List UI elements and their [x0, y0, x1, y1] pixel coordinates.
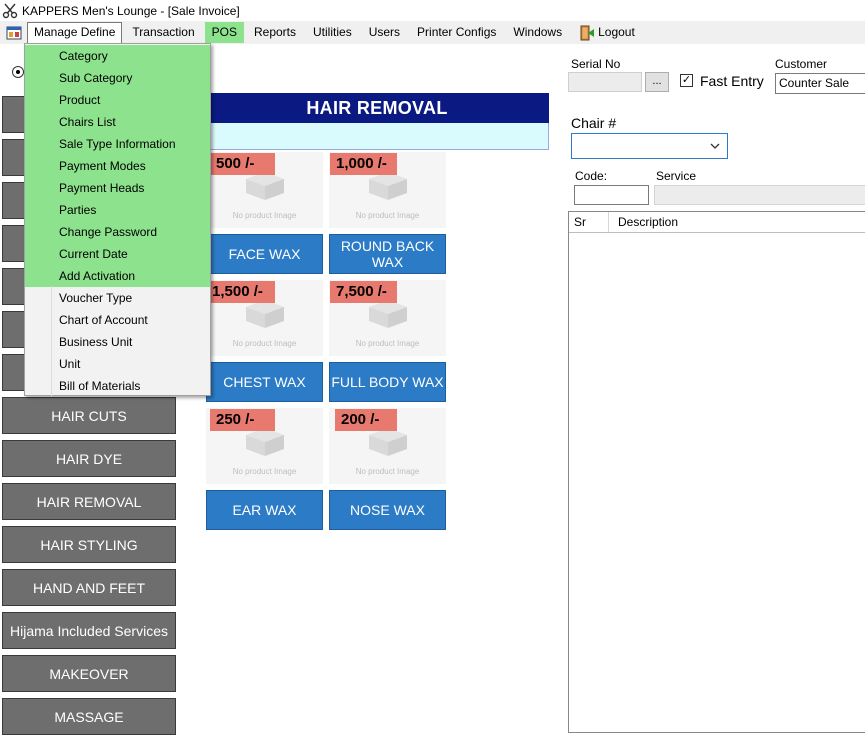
logout-label: Logout	[598, 25, 635, 39]
service-label: Service	[656, 169, 697, 183]
service-button-face-wax[interactable]: FACE WAX	[206, 234, 323, 274]
menu-manage-define[interactable]: Manage Define	[27, 22, 123, 43]
price-tag: 500 /-	[210, 153, 275, 175]
menu-item-business-unit[interactable]: Business Unit	[25, 331, 210, 353]
title-bar: KAPPERS Men's Lounge - [Sale Invoice]	[0, 0, 865, 21]
grid-column-sr[interactable]: Sr	[569, 212, 609, 232]
menu-item-payment-heads[interactable]: Payment Heads	[25, 177, 210, 199]
window-system-icon[interactable]	[5, 24, 23, 42]
category-button-hair-styling[interactable]: HAIR STYLING	[2, 526, 176, 563]
no-image-text: No product Image	[232, 467, 297, 476]
category-button-hand-and-feet[interactable]: HAND AND FEET	[2, 569, 176, 606]
menu-item-current-date[interactable]: Current Date	[25, 243, 210, 265]
chair-label: Chair #	[571, 115, 617, 131]
category-button-massage[interactable]: MASSAGE	[2, 698, 176, 735]
price-tag: 1,500 /-	[206, 281, 275, 303]
service-button-nose-wax[interactable]: NOSE WAX	[329, 490, 446, 530]
service-button-ear-wax[interactable]: EAR WAX	[206, 490, 323, 530]
menu-item-voucher-type[interactable]: Voucher Type	[25, 287, 210, 309]
fast-entry-checkbox[interactable]: ✓	[680, 74, 693, 87]
category-button-hair-removal[interactable]: HAIR REMOVAL	[2, 483, 176, 520]
no-image-text: No product Image	[232, 211, 297, 220]
menu-item-unit[interactable]: Unit	[25, 353, 210, 375]
menu-logout[interactable]: Logout	[572, 22, 642, 43]
menu-item-add-activation[interactable]: Add Activation	[25, 265, 210, 287]
grid-header: Sr Description	[569, 212, 865, 233]
category-banner: HAIR REMOVAL	[205, 93, 549, 123]
menu-item-parties[interactable]: Parties	[25, 199, 210, 221]
no-image-text: No product Image	[355, 339, 420, 348]
price-tag: 7,500 /-	[330, 281, 397, 303]
customer-field[interactable]: Counter Sale	[775, 73, 865, 94]
category-button-hair-dye[interactable]: HAIR DYE	[2, 440, 176, 477]
code-label: Code:	[575, 169, 608, 183]
grid-column-description[interactable]: Description	[609, 212, 865, 232]
banner-subpanel	[205, 123, 549, 150]
menu-transaction[interactable]: Transaction	[125, 22, 201, 43]
menu-item-sale-type-information[interactable]: Sale Type Information	[25, 133, 210, 155]
code-input[interactable]	[574, 185, 649, 205]
menu-printer-configs[interactable]: Printer Configs	[410, 22, 503, 43]
category-button-hair-cuts[interactable]: HAIR CUTS	[2, 397, 176, 434]
menu-item-chart-of-account[interactable]: Chart of Account	[25, 309, 210, 331]
category-button-makeover[interactable]: MAKEOVER	[2, 655, 176, 692]
invoice-grid[interactable]: Sr Description	[568, 211, 865, 733]
no-image-text: No product Image	[355, 211, 420, 220]
radio-button[interactable]	[12, 66, 24, 78]
serial-no-label: Serial No	[571, 57, 621, 71]
menu-pos[interactable]: POS	[204, 22, 244, 43]
logout-icon	[580, 25, 595, 40]
menu-utilities[interactable]: Utilities	[306, 22, 359, 43]
price-tag: 1,000 /-	[330, 153, 397, 175]
customer-label: Customer	[775, 57, 828, 71]
menu-windows[interactable]: Windows	[506, 22, 569, 43]
service-button-chest-wax[interactable]: CHEST WAX	[206, 362, 323, 402]
menu-item-payment-modes[interactable]: Payment Modes	[25, 155, 210, 177]
service-button-full-body-wax[interactable]: FULL BODY WAX	[329, 362, 446, 402]
chair-select[interactable]	[571, 133, 728, 159]
no-image-text: No product Image	[232, 339, 297, 348]
menu-users[interactable]: Users	[362, 22, 407, 43]
fast-entry-label: Fast Entry	[700, 73, 764, 89]
no-image-text: No product Image	[355, 467, 420, 476]
serial-browse-button[interactable]: ...	[645, 72, 669, 92]
chevron-down-icon	[710, 143, 720, 149]
menu-gutter-divider	[51, 286, 52, 396]
menu-item-bill-of-materials[interactable]: Bill of Materials	[25, 375, 210, 397]
price-tag: 250 /-	[210, 409, 275, 431]
menu-item-chairs-list[interactable]: Chairs List	[25, 111, 210, 133]
menu-item-change-password[interactable]: Change Password	[25, 221, 210, 243]
service-button-round-back-wax[interactable]: ROUND BACK WAX	[329, 234, 446, 274]
manage-define-dropdown: Category Sub Category Product Chairs Lis…	[24, 43, 211, 396]
category-button-hijama[interactable]: Hijama Included Services	[2, 612, 176, 649]
menu-item-sub-category[interactable]: Sub Category	[25, 67, 210, 89]
menu-item-category[interactable]: Category	[25, 45, 210, 67]
window-title: KAPPERS Men's Lounge - [Sale Invoice]	[22, 3, 240, 18]
menu-reports[interactable]: Reports	[247, 22, 303, 43]
menu-bar: Manage Define Transaction POS Reports Ut…	[0, 21, 865, 44]
service-input[interactable]	[654, 185, 865, 205]
serial-no-field[interactable]	[568, 72, 642, 92]
scissors-icon	[2, 3, 18, 18]
menu-item-product[interactable]: Product	[25, 89, 210, 111]
price-tag: 200 /-	[335, 409, 397, 431]
